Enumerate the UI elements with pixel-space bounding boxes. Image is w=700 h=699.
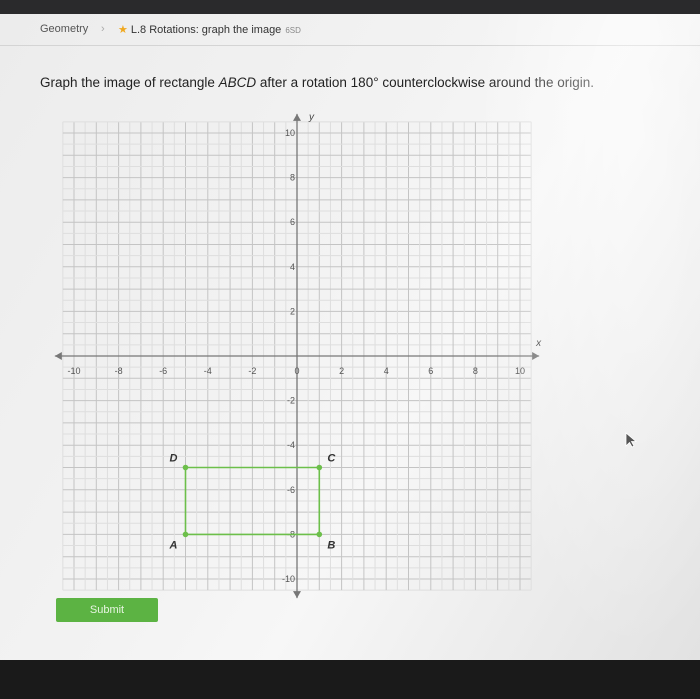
- x-axis-label: x: [535, 338, 542, 349]
- y-tick-label: 6: [290, 217, 295, 227]
- y-tick-label: -10: [282, 574, 295, 584]
- y-tick-label: 8: [290, 173, 295, 183]
- y-axis-down-arrow-icon: [293, 591, 301, 599]
- y-tick-label: 2: [290, 306, 295, 316]
- vertex-label-c: C: [327, 453, 336, 465]
- vertex-point-a[interactable]: [182, 531, 189, 538]
- y-axis-label: y: [308, 112, 315, 123]
- page-screen: Geometry › ★ L.8 Rotations: graph the ima…: [0, 14, 700, 660]
- vertex-point-d[interactable]: [182, 464, 189, 471]
- x-tick-label: -2: [248, 366, 256, 376]
- y-tick-label: -6: [287, 485, 295, 495]
- axes: xy: [54, 112, 542, 599]
- y-tick-label: 4: [290, 262, 295, 272]
- y-axis-up-arrow-icon: [293, 113, 301, 121]
- x-tick-label: 8: [473, 366, 478, 376]
- x-tick-label: -8: [115, 366, 123, 376]
- browser-top-bar: [0, 0, 700, 14]
- vertex-point-c[interactable]: [316, 464, 323, 471]
- device-bottom-bezel: [0, 660, 700, 699]
- y-tick-label: -4: [287, 440, 295, 450]
- x-axis-right-arrow-icon: [532, 352, 540, 360]
- mouse-cursor-icon: [625, 432, 638, 448]
- x-tick-label: 6: [428, 366, 433, 376]
- x-tick-label: 10: [515, 366, 525, 376]
- x-tick-label: 0: [294, 366, 299, 376]
- x-tick-label: -10: [67, 366, 80, 376]
- vertex-label-a: A: [169, 539, 178, 551]
- coordinate-graph[interactable]: xy -10 -8 -6 -4 -2 0 2 4 6 8 10108642-2-4-6-8-10 A…: [0, 14, 700, 660]
- x-tick-label: -4: [204, 366, 212, 376]
- x-tick-label: 2: [339, 366, 344, 376]
- x-tick-label: 4: [384, 366, 389, 376]
- vertex-label-b: B: [327, 539, 335, 551]
- y-tick-label: 10: [285, 128, 295, 138]
- vertex-point-b[interactable]: [316, 531, 323, 538]
- x-axis-left-arrow-icon: [54, 352, 62, 360]
- x-tick-label: -6: [159, 366, 167, 376]
- y-tick-label: -2: [287, 396, 295, 406]
- submit-button[interactable]: Submit: [56, 598, 158, 622]
- vertex-label-d: D: [170, 453, 178, 465]
